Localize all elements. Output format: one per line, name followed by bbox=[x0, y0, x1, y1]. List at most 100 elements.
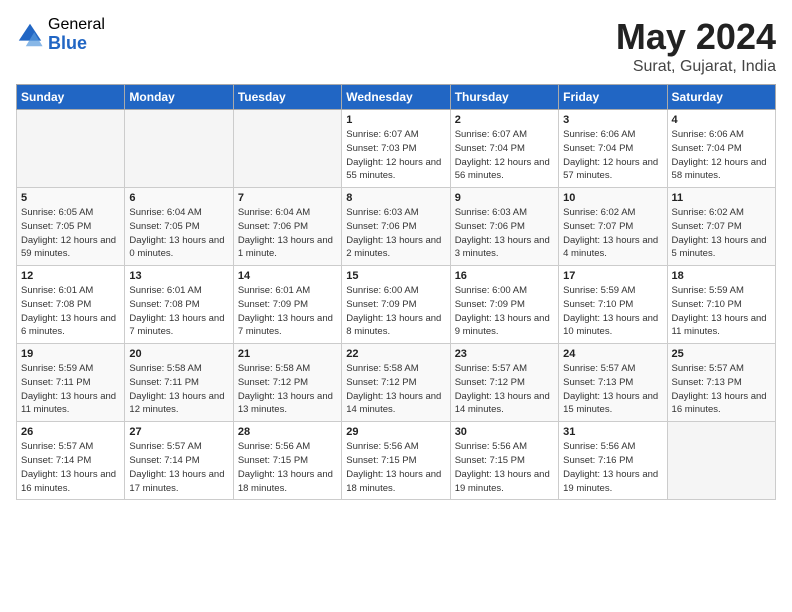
day-info: Sunrise: 6:06 AMSunset: 7:04 PMDaylight:… bbox=[672, 128, 771, 183]
calendar-cell: 27 Sunrise: 5:57 AMSunset: 7:14 PMDayligh… bbox=[125, 422, 233, 500]
calendar-cell: 18 Sunrise: 5:59 AMSunset: 7:10 PMDayligh… bbox=[667, 266, 775, 344]
header-day-tuesday: Tuesday bbox=[233, 85, 341, 110]
calendar-week-2: 5Sunrise: 6:05 AMSunset: 7:05 PMDaylight… bbox=[17, 188, 776, 266]
day-info: Sunrise: 6:00 AMSunset: 7:09 PMDaylight:… bbox=[346, 284, 445, 339]
logo-text: General Blue bbox=[48, 16, 105, 53]
day-number: 31 bbox=[563, 426, 662, 438]
day-number: 18 bbox=[672, 270, 771, 282]
calendar-cell: 21Sunrise: 5:58 AMSunset: 7:12 PMDayligh… bbox=[233, 344, 341, 422]
calendar-cell bbox=[17, 110, 125, 188]
calendar-cell bbox=[233, 110, 341, 188]
logo-blue: Blue bbox=[48, 34, 105, 54]
day-info: Sunrise: 6:02 AMSunset: 7:07 PMDaylight:… bbox=[563, 206, 662, 261]
calendar-cell: 23 Sunrise: 5:57 AMSunset: 7:12 PMDayligh… bbox=[450, 344, 558, 422]
day-info: Sunrise: 5:57 AMSunset: 7:14 PMDaylight:… bbox=[129, 440, 228, 495]
calendar-cell: 9 Sunrise: 6:03 AMSunset: 7:06 PMDaylight… bbox=[450, 188, 558, 266]
calendar-cell: 22 Sunrise: 5:58 AMSunset: 7:12 PMDayligh… bbox=[342, 344, 450, 422]
day-info: Sunrise: 6:07 AMSunset: 7:03 PMDaylight:… bbox=[346, 128, 445, 183]
calendar-cell: 26 Sunrise: 5:57 AMSunset: 7:14 PMDayligh… bbox=[17, 422, 125, 500]
day-info: Sunrise: 5:57 AMSunset: 7:13 PMDaylight:… bbox=[563, 362, 662, 417]
calendar-body: 1 Sunrise: 6:07 AMSunset: 7:03 PMDaylight… bbox=[17, 110, 776, 500]
day-number: 1 bbox=[346, 114, 445, 126]
calendar-table: SundayMondayTuesdayWednesdayThursdayFrid… bbox=[16, 84, 776, 500]
day-info: Sunrise: 5:59 AMSunset: 7:10 PMDaylight:… bbox=[563, 284, 662, 339]
day-info: Sunrise: 6:01 AMSunset: 7:08 PMDaylight:… bbox=[129, 284, 228, 339]
day-number: 15 bbox=[346, 270, 445, 282]
day-info: Sunrise: 5:59 AMSunset: 7:10 PMDaylight:… bbox=[672, 284, 771, 339]
day-info: Sunrise: 6:03 AMSunset: 7:06 PMDaylight:… bbox=[455, 206, 554, 261]
day-number: 9 bbox=[455, 192, 554, 204]
day-number: 7 bbox=[238, 192, 337, 204]
day-number: 17 bbox=[563, 270, 662, 282]
day-number: 13 bbox=[129, 270, 228, 282]
day-info: Sunrise: 5:56 AMSunset: 7:15 PMDaylight:… bbox=[455, 440, 554, 495]
day-number: 5 bbox=[21, 192, 120, 204]
day-info: Sunrise: 5:56 AMSunset: 7:16 PMDaylight:… bbox=[563, 440, 662, 495]
calendar-cell: 19 Sunrise: 5:59 AMSunset: 7:11 PMDayligh… bbox=[17, 344, 125, 422]
day-number: 22 bbox=[346, 348, 445, 360]
calendar-header: SundayMondayTuesdayWednesdayThursdayFrid… bbox=[17, 85, 776, 110]
day-number: 21 bbox=[238, 348, 337, 360]
day-info: Sunrise: 5:59 AMSunset: 7:11 PMDaylight:… bbox=[21, 362, 120, 417]
day-info: Sunrise: 6:04 AMSunset: 7:06 PMDaylight:… bbox=[238, 206, 337, 261]
day-number: 26 bbox=[21, 426, 120, 438]
day-info: Sunrise: 6:06 AMSunset: 7:04 PMDaylight:… bbox=[563, 128, 662, 183]
day-info: Sunrise: 5:56 AMSunset: 7:15 PMDaylight:… bbox=[238, 440, 337, 495]
day-number: 20 bbox=[129, 348, 228, 360]
day-info: Sunrise: 5:57 AMSunset: 7:13 PMDaylight:… bbox=[672, 362, 771, 417]
page-header: General Blue May 2024 Surat, Gujarat, In… bbox=[16, 16, 776, 76]
day-number: 30 bbox=[455, 426, 554, 438]
day-info: Sunrise: 6:03 AMSunset: 7:06 PMDaylight:… bbox=[346, 206, 445, 261]
header-day-sunday: Sunday bbox=[17, 85, 125, 110]
location: Surat, Gujarat, India bbox=[616, 58, 776, 76]
day-number: 12 bbox=[21, 270, 120, 282]
calendar-cell: 13 Sunrise: 6:01 AMSunset: 7:08 PMDayligh… bbox=[125, 266, 233, 344]
day-info: Sunrise: 5:57 AMSunset: 7:14 PMDaylight:… bbox=[21, 440, 120, 495]
header-day-thursday: Thursday bbox=[450, 85, 558, 110]
calendar-cell: 2Sunrise: 6:07 AMSunset: 7:04 PMDaylight… bbox=[450, 110, 558, 188]
calendar-cell: 15 Sunrise: 6:00 AMSunset: 7:09 PMDayligh… bbox=[342, 266, 450, 344]
day-number: 24 bbox=[563, 348, 662, 360]
header-day-monday: Monday bbox=[125, 85, 233, 110]
day-info: Sunrise: 6:02 AMSunset: 7:07 PMDaylight:… bbox=[672, 206, 771, 261]
day-number: 16 bbox=[455, 270, 554, 282]
day-number: 3 bbox=[563, 114, 662, 126]
day-number: 28 bbox=[238, 426, 337, 438]
calendar-cell: 6Sunrise: 6:04 AMSunset: 7:05 PMDaylight… bbox=[125, 188, 233, 266]
day-number: 8 bbox=[346, 192, 445, 204]
day-number: 23 bbox=[455, 348, 554, 360]
calendar-cell: 10Sunrise: 6:02 AMSunset: 7:07 PMDayligh… bbox=[559, 188, 667, 266]
calendar-week-5: 26 Sunrise: 5:57 AMSunset: 7:14 PMDayligh… bbox=[17, 422, 776, 500]
day-number: 14 bbox=[238, 270, 337, 282]
logo: General Blue bbox=[16, 16, 105, 53]
day-info: Sunrise: 6:01 AMSunset: 7:08 PMDaylight:… bbox=[21, 284, 120, 339]
calendar-cell: 1 Sunrise: 6:07 AMSunset: 7:03 PMDaylight… bbox=[342, 110, 450, 188]
header-row: SundayMondayTuesdayWednesdayThursdayFrid… bbox=[17, 85, 776, 110]
day-info: Sunrise: 5:56 AMSunset: 7:15 PMDaylight:… bbox=[346, 440, 445, 495]
calendar-cell: 12 Sunrise: 6:01 AMSunset: 7:08 PMDayligh… bbox=[17, 266, 125, 344]
day-number: 19 bbox=[21, 348, 120, 360]
calendar-week-3: 12 Sunrise: 6:01 AMSunset: 7:08 PMDayligh… bbox=[17, 266, 776, 344]
header-day-friday: Friday bbox=[559, 85, 667, 110]
calendar-cell bbox=[125, 110, 233, 188]
day-info: Sunrise: 5:58 AMSunset: 7:12 PMDaylight:… bbox=[346, 362, 445, 417]
logo-general: General bbox=[48, 16, 105, 34]
calendar-cell: 24 Sunrise: 5:57 AMSunset: 7:13 PMDayligh… bbox=[559, 344, 667, 422]
day-number: 11 bbox=[672, 192, 771, 204]
calendar-cell: 7 Sunrise: 6:04 AMSunset: 7:06 PMDaylight… bbox=[233, 188, 341, 266]
day-info: Sunrise: 5:57 AMSunset: 7:12 PMDaylight:… bbox=[455, 362, 554, 417]
calendar-cell: 14Sunrise: 6:01 AMSunset: 7:09 PMDayligh… bbox=[233, 266, 341, 344]
day-info: Sunrise: 6:00 AMSunset: 7:09 PMDaylight:… bbox=[455, 284, 554, 339]
day-number: 27 bbox=[129, 426, 228, 438]
day-info: Sunrise: 6:04 AMSunset: 7:05 PMDaylight:… bbox=[129, 206, 228, 261]
header-day-wednesday: Wednesday bbox=[342, 85, 450, 110]
calendar-cell: 30 Sunrise: 5:56 AMSunset: 7:15 PMDayligh… bbox=[450, 422, 558, 500]
day-number: 4 bbox=[672, 114, 771, 126]
calendar-cell: 5Sunrise: 6:05 AMSunset: 7:05 PMDaylight… bbox=[17, 188, 125, 266]
logo-icon bbox=[16, 21, 44, 49]
calendar-cell: 8 Sunrise: 6:03 AMSunset: 7:06 PMDaylight… bbox=[342, 188, 450, 266]
calendar-week-1: 1 Sunrise: 6:07 AMSunset: 7:03 PMDaylight… bbox=[17, 110, 776, 188]
calendar-cell: 17 Sunrise: 5:59 AMSunset: 7:10 PMDayligh… bbox=[559, 266, 667, 344]
calendar-cell: 20 Sunrise: 5:58 AMSunset: 7:11 PMDayligh… bbox=[125, 344, 233, 422]
day-info: Sunrise: 5:58 AMSunset: 7:11 PMDaylight:… bbox=[129, 362, 228, 417]
